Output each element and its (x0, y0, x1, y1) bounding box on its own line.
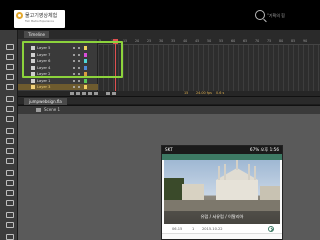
building-left (182, 184, 204, 200)
layer-color-swatch[interactable] (84, 85, 87, 89)
bone-tool-icon[interactable] (5, 169, 14, 176)
logo-mark-icon (16, 12, 23, 19)
scene-icon (36, 108, 41, 112)
tools-panel (0, 30, 18, 240)
meta-count: 1 (192, 227, 195, 231)
rectangle-tool-icon[interactable] (5, 127, 14, 134)
spire (218, 166, 220, 180)
layer-page-icon (31, 85, 35, 89)
top-header: 물고기영상체험 Fish Media Experience "기획의 힘 (0, 0, 320, 30)
frame-number: 70 (255, 39, 260, 43)
frame-number: 25 (147, 39, 152, 43)
logo-name: 물고기영상체험 (25, 13, 58, 19)
stroke-color-icon[interactable] (5, 233, 14, 240)
eraser-tool-icon[interactable] (5, 199, 14, 206)
frame-number: 65 (243, 39, 248, 43)
spire (236, 160, 238, 170)
layer-name[interactable]: Layer 1 (37, 78, 50, 84)
play-icon[interactable] (82, 92, 86, 95)
free-transform-tool-icon[interactable] (5, 63, 14, 70)
meta-date-short: 06.15 (172, 227, 183, 231)
photo-caption: 유럽 / 서유럽 / 이탈리아 (164, 211, 280, 224)
first-frame-icon[interactable] (70, 92, 74, 95)
deco-tool-icon[interactable] (5, 157, 14, 164)
step-forward-icon[interactable] (88, 92, 92, 95)
spire (254, 166, 256, 180)
layer-name[interactable]: Layer 3 (37, 84, 50, 90)
layer-color-swatch[interactable] (84, 78, 87, 83)
magnifier-icon (255, 10, 265, 20)
frame-number: 30 (159, 39, 164, 43)
visibility-dot[interactable] (73, 86, 75, 88)
scene-label[interactable]: Scene 1 (44, 106, 60, 114)
phone-mockup: SKT 67% 오후 1:56 유럽 / 서유럽 / 이탈리아 06.15 1 … (161, 145, 283, 240)
last-frame-icon[interactable] (94, 92, 98, 95)
frame-number: 45 (195, 39, 200, 43)
frame-number: 50 (207, 39, 212, 43)
frame-grid[interactable]: 51015202530354045505560657075808590 (98, 39, 320, 95)
eyedropper-tool-icon[interactable] (5, 189, 14, 196)
loop-icon[interactable] (106, 92, 110, 95)
frame-number: 90 (303, 39, 308, 43)
line-tool-icon[interactable] (5, 115, 14, 122)
timeline-status-bar: 15 24.00 fps 0.6 s (18, 91, 320, 96)
frame-number: 60 (231, 39, 236, 43)
spire (248, 164, 250, 180)
frame-number: 20 (135, 39, 140, 43)
visibility-dot[interactable] (73, 79, 75, 82)
pencil-tool-icon[interactable] (5, 137, 14, 144)
text-tool-icon[interactable] (5, 105, 14, 112)
frame-rate[interactable]: 24.00 fps (196, 91, 212, 96)
3d-rotation-tool-icon[interactable] (5, 73, 14, 80)
frame-number: 85 (291, 39, 296, 43)
step-back-icon[interactable] (76, 92, 80, 95)
hand-tool-icon[interactable] (5, 211, 14, 218)
brush-tool-icon[interactable] (5, 147, 14, 154)
selection-tool-icon[interactable] (5, 43, 14, 50)
battery-time: 67% 오후 1:56 (249, 147, 279, 152)
logo: 물고기영상체험 Fish Media Experience (14, 10, 65, 28)
cathedral-photo: 유럽 / 서유럽 / 이탈리아 (164, 160, 280, 224)
subselection-tool-icon[interactable] (5, 53, 14, 60)
frame-number: 75 (267, 39, 272, 43)
timeline-panel-header: Timeline (18, 30, 320, 39)
document-tab-bar: jumpwebsign.fla (18, 97, 320, 105)
frame-number: 35 (171, 39, 176, 43)
paint-bucket-tool-icon[interactable] (5, 179, 14, 186)
layer-page-icon (31, 78, 35, 83)
meta-date: 2015.10.22 (202, 227, 223, 231)
plaza (164, 200, 280, 211)
trees (164, 178, 184, 200)
elapsed-time: 0.6 s (216, 91, 225, 95)
brand-mark: "기획의 힘 (255, 10, 315, 22)
pen-tool-icon[interactable] (5, 95, 14, 102)
frame-number: 15 (123, 39, 128, 43)
lock-dot[interactable] (78, 79, 80, 82)
phone-status-bar: SKT 67% 오후 1:56 (162, 146, 282, 154)
logo-subtitle: Fish Media Experience (25, 20, 54, 23)
brand-text: "기획의 힘 (267, 13, 285, 18)
caption-text: 유럽 / 서유럽 / 이탈리아 (200, 214, 244, 219)
layer-row[interactable]: Layer 1 (18, 78, 98, 84)
frame-number: 80 (279, 39, 284, 43)
more-arrow-icon[interactable] (268, 226, 274, 232)
zoom-tool-icon[interactable] (5, 221, 14, 228)
frame-number: 40 (183, 39, 188, 43)
post-meta-row: 06.15 1 2015.10.22 (162, 224, 282, 234)
scene-bar: Scene 1 (18, 106, 320, 114)
layers-highlight-box (22, 41, 123, 78)
lasso-tool-icon[interactable] (5, 83, 14, 90)
current-frame: 15 (184, 91, 189, 95)
tab-document[interactable]: jumpwebsign.fla (24, 98, 67, 105)
carrier-label: SKT (165, 147, 173, 152)
building-right (260, 186, 280, 200)
spire (224, 164, 226, 180)
lock-dot[interactable] (78, 86, 80, 88)
tab-timeline[interactable]: Timeline (24, 31, 50, 38)
frame-number: 55 (219, 39, 224, 43)
frame-ruler[interactable]: 51015202530354045505560657075808590 (98, 39, 320, 45)
onion-skin-icon[interactable] (112, 92, 116, 95)
layer-row[interactable]: Layer 3 (18, 84, 98, 90)
